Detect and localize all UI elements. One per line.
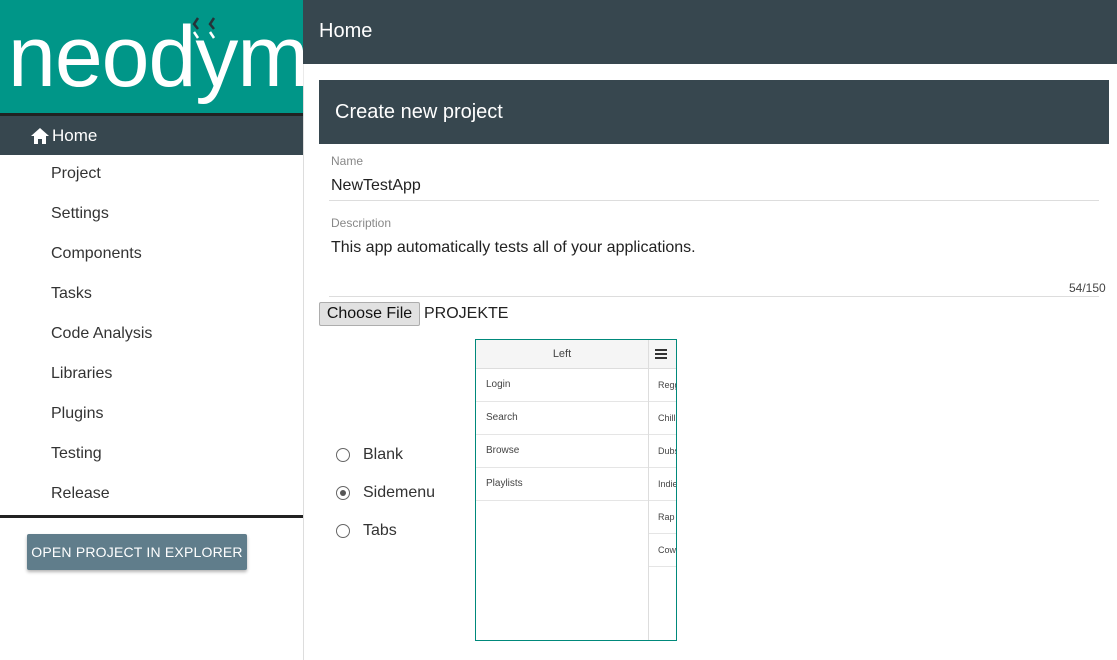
radio-tabs[interactable]: Tabs bbox=[336, 522, 397, 540]
sidebar-item-home[interactable]: Home bbox=[0, 116, 303, 155]
preview-content: Reggae Chill Dubstep Indie Rap Cowbell bbox=[649, 340, 676, 640]
description-label: Description bbox=[331, 216, 392, 230]
open-project-in-explorer-button[interactable]: OPEN PROJECT IN EXPLORER bbox=[27, 534, 247, 570]
sidebar-item-components[interactable]: Components bbox=[51, 242, 142, 266]
character-counter: 54/150 bbox=[1069, 281, 1106, 295]
preview-list-item: Reggae bbox=[649, 369, 676, 402]
preview-side-menu: Left Login Search Browse Playlists bbox=[476, 340, 649, 640]
home-icon bbox=[31, 127, 49, 144]
sidebar-item-tasks[interactable]: Tasks bbox=[51, 282, 92, 306]
preview-list-item: Dubstep bbox=[649, 435, 676, 468]
preview-menu-item: Search bbox=[476, 402, 648, 435]
name-underline bbox=[329, 200, 1099, 201]
logo: neodym bbox=[0, 0, 309, 113]
radio-label: Sidemenu bbox=[363, 484, 436, 501]
preview-menu-item: Browse bbox=[476, 435, 648, 468]
radio-sidemenu[interactable]: Sidemenu bbox=[336, 484, 435, 502]
description-underline bbox=[329, 296, 1099, 297]
preview-menu-item: Login bbox=[476, 369, 648, 402]
radio-button[interactable] bbox=[336, 448, 350, 462]
preview-list-item: Cowbell bbox=[649, 534, 676, 567]
radio-label: Blank bbox=[363, 446, 404, 463]
sidebar-item-libraries[interactable]: Libraries bbox=[51, 362, 112, 386]
radio-button[interactable] bbox=[336, 486, 350, 500]
template-preview: Left Login Search Browse Playlists Regga… bbox=[475, 339, 677, 641]
preview-menu-title: Left bbox=[476, 340, 648, 369]
logo-text: neodym bbox=[8, 9, 309, 105]
sidebar-item-release[interactable]: Release bbox=[51, 482, 110, 506]
preview-list-item: Chill bbox=[649, 402, 676, 435]
card-title: Create new project bbox=[335, 101, 503, 123]
sidebar-item-settings[interactable]: Settings bbox=[51, 202, 109, 226]
file-name: PROJEKTE bbox=[424, 305, 509, 322]
preview-list-item: Indie bbox=[649, 468, 676, 501]
radio-label: Tabs bbox=[363, 522, 397, 539]
divider bbox=[0, 515, 303, 518]
radio-button[interactable] bbox=[336, 524, 350, 538]
preview-list-item: Rap bbox=[649, 501, 676, 534]
menu-icon bbox=[655, 349, 667, 359]
preview-menu-item: Playlists bbox=[476, 468, 648, 501]
sidebar-item-project[interactable]: Project bbox=[51, 162, 101, 186]
choose-file-button[interactable]: Choose File bbox=[319, 302, 420, 326]
preview-toolbar bbox=[649, 340, 676, 369]
card-header: Create new project bbox=[319, 80, 1109, 144]
radio-blank[interactable]: Blank bbox=[336, 446, 403, 464]
sidebar-item-label: Home bbox=[52, 125, 98, 145]
sidebar-item-code-analysis[interactable]: Code Analysis bbox=[51, 322, 152, 346]
page-title: Home bbox=[319, 20, 373, 42]
top-app-bar: Home bbox=[303, 0, 1117, 64]
sidebar-item-testing[interactable]: Testing bbox=[51, 442, 102, 466]
sidebar-item-plugins[interactable]: Plugins bbox=[51, 402, 103, 426]
name-field[interactable]: NewTestApp bbox=[331, 177, 421, 195]
name-label: Name bbox=[331, 154, 364, 168]
sidebar: neodym Home Project Settings Components … bbox=[0, 0, 309, 660]
description-field[interactable]: This app automatically tests all of your… bbox=[331, 239, 696, 257]
